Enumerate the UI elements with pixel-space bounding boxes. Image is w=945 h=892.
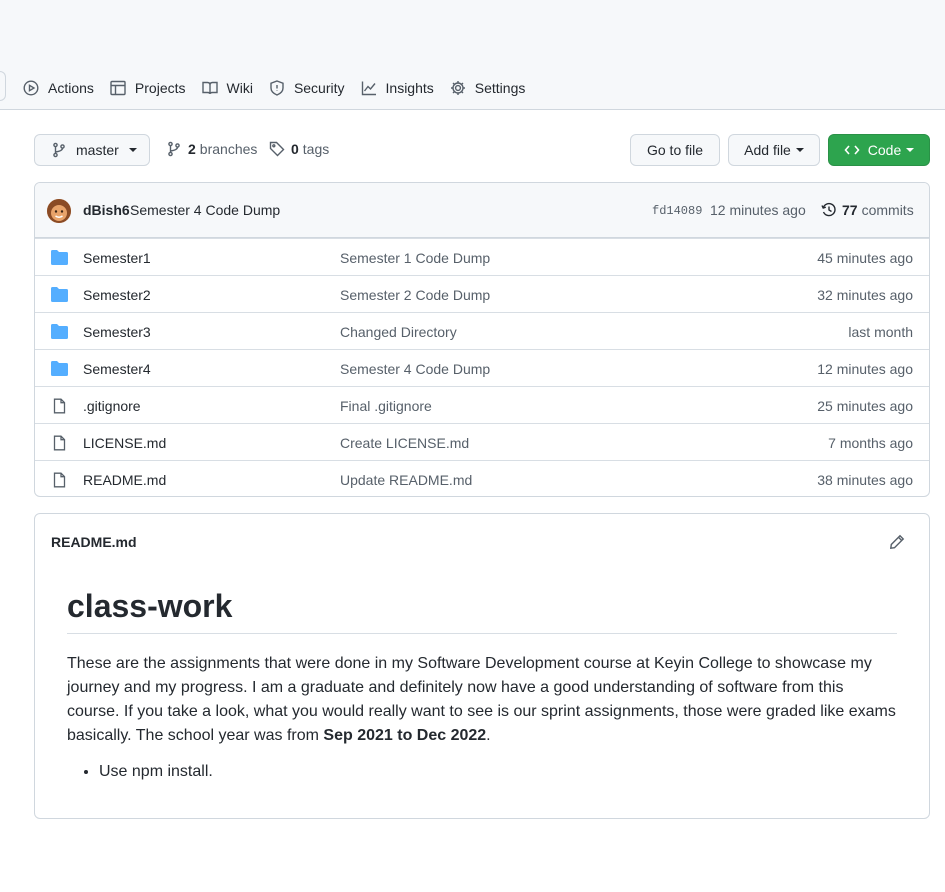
tags-count: 0: [291, 141, 299, 157]
chevron-down-icon: [906, 148, 915, 152]
readme-filename[interactable]: README.md: [51, 534, 137, 550]
file-name[interactable]: Semester3: [83, 324, 151, 340]
commit-author[interactable]: dBish6: [83, 202, 130, 218]
tab-label: Projects: [134, 80, 186, 96]
file-icon: [53, 435, 66, 451]
tab-label: Security: [293, 80, 345, 96]
file-age: 38 minutes ago: [817, 472, 913, 488]
play-circle-icon: [23, 80, 39, 96]
readme-panel: README.md class-work These are the assig…: [34, 513, 930, 819]
shield-icon: [270, 80, 284, 96]
tags-link[interactable]: 0 tags: [269, 141, 329, 157]
folder-icon: [51, 250, 68, 265]
add-file-button[interactable]: Add file: [728, 134, 820, 166]
file-commit-message[interactable]: Create LICENSE.md: [340, 435, 469, 451]
readme-paragraph-bold: Sep 2021 to Dec 2022: [323, 727, 487, 744]
tab-label: Actions: [48, 80, 94, 96]
latest-commit-bar: dBish6 Semester 4 Code Dump fd14089 12 m…: [35, 183, 929, 238]
avatar[interactable]: [47, 199, 71, 223]
commits-link[interactable]: 77 commits: [821, 202, 914, 218]
tab-label: Wiki: [226, 80, 253, 96]
tag-icon: [269, 141, 285, 157]
branch-select-button[interactable]: master: [34, 134, 150, 166]
file-commit-message[interactable]: Final .gitignore: [340, 398, 432, 414]
tab-security[interactable]: Security: [261, 72, 353, 104]
file-age: 25 minutes ago: [817, 398, 913, 414]
file-commit-message[interactable]: Semester 4 Code Dump: [340, 361, 490, 377]
book-icon: [201, 81, 218, 95]
file-name[interactable]: README.md: [83, 472, 166, 488]
go-to-file-label: Go to file: [646, 142, 704, 158]
file-row[interactable]: README.md Update README.md 38 minutes ag…: [35, 460, 929, 496]
file-listing: dBish6 Semester 4 Code Dump fd14089 12 m…: [34, 182, 930, 497]
file-row[interactable]: Semester4 Semester 4 Code Dump 12 minute…: [35, 349, 929, 386]
file-row[interactable]: Semester1 Semester 1 Code Dump 45 minute…: [35, 238, 929, 275]
repo-nav-tabs: Actions Projects Wiki Security Insights …: [0, 66, 533, 110]
tab-actions[interactable]: Actions: [15, 72, 102, 104]
tab-label: Settings: [474, 80, 526, 96]
readme-paragraph: These are the assignments that were done…: [67, 652, 897, 748]
folder-icon: [51, 361, 68, 376]
file-commit-message[interactable]: Update README.md: [340, 472, 472, 488]
file-commit-message[interactable]: Changed Directory: [340, 324, 457, 340]
file-icon: [53, 398, 66, 414]
tab-insights[interactable]: Insights: [353, 72, 442, 104]
repo-header: Actions Projects Wiki Security Insights …: [0, 0, 945, 110]
branches-label: branches: [199, 141, 258, 157]
readme-heading: class-work: [67, 588, 897, 634]
gear-icon: [450, 81, 465, 95]
avatar-image: [47, 199, 71, 223]
add-file-label: Add file: [744, 142, 791, 158]
commits-label: commits: [861, 202, 914, 218]
readme-list: Use npm install.: [99, 763, 213, 781]
file-row[interactable]: Semester2 Semester 2 Code Dump 32 minute…: [35, 275, 929, 312]
code-icon: [844, 145, 860, 155]
file-commit-message[interactable]: Semester 2 Code Dump: [340, 287, 490, 303]
commit-message[interactable]: Semester 4 Code Dump: [130, 202, 280, 218]
file-commit-message[interactable]: Semester 1 Code Dump: [340, 250, 490, 266]
file-name[interactable]: Semester2: [83, 287, 151, 303]
tags-label: tags: [302, 141, 330, 157]
file-age: 12 minutes ago: [817, 361, 913, 377]
file-age: 32 minutes ago: [817, 287, 913, 303]
commits-count: 77: [842, 202, 858, 218]
code-label: Code: [867, 142, 902, 158]
chevron-down-icon: [795, 148, 804, 152]
history-icon: [821, 202, 836, 217]
git-branch-icon: [53, 142, 65, 158]
tab-label: Insights: [385, 80, 434, 96]
file-name[interactable]: Semester1: [83, 250, 151, 266]
file-row[interactable]: .gitignore Final .gitignore 25 minutes a…: [35, 386, 929, 423]
tab-wiki[interactable]: Wiki: [194, 72, 261, 104]
commit-sha[interactable]: fd14089: [652, 204, 702, 218]
go-to-file-button[interactable]: Go to file: [630, 134, 720, 166]
tab-projects[interactable]: Projects: [102, 72, 194, 104]
folder-icon: [51, 324, 68, 339]
code-button[interactable]: Code: [828, 134, 930, 166]
tab-settings[interactable]: Settings: [442, 72, 534, 104]
file-age: 7 months ago: [828, 435, 913, 451]
chevron-down-icon: [128, 148, 137, 152]
branches-count: 2: [188, 141, 196, 157]
git-branch-icon: [168, 141, 180, 157]
file-name[interactable]: Semester4: [83, 361, 151, 377]
branches-link[interactable]: 2 branches: [166, 141, 257, 157]
file-age: last month: [848, 324, 913, 340]
file-row[interactable]: LICENSE.md Create LICENSE.md 7 months ag…: [35, 423, 929, 460]
graph-icon: [361, 81, 376, 96]
commit-time: 12 minutes ago: [710, 202, 806, 218]
list-item: Use npm install.: [99, 763, 213, 781]
readme-paragraph-end: .: [486, 727, 491, 744]
folder-icon: [51, 287, 68, 302]
branch-name: master: [76, 142, 119, 158]
file-name[interactable]: .gitignore: [83, 398, 141, 414]
file-row[interactable]: Semester3 Changed Directory last month: [35, 312, 929, 349]
pencil-icon[interactable]: [889, 534, 905, 550]
file-name[interactable]: LICENSE.md: [83, 435, 166, 451]
table-icon: [110, 80, 126, 96]
file-age: 45 minutes ago: [817, 250, 913, 266]
file-icon: [53, 472, 66, 488]
